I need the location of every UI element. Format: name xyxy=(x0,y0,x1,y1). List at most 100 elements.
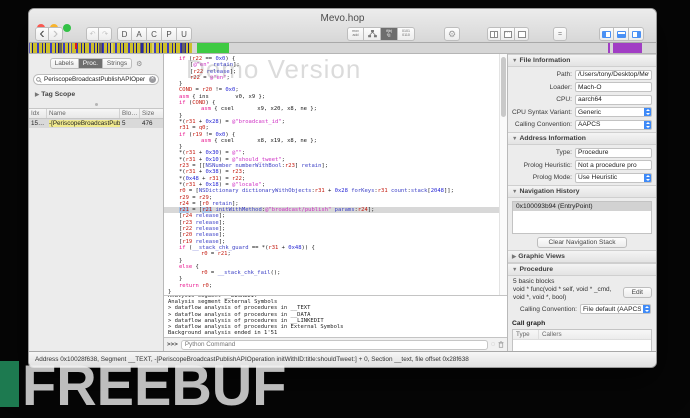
disclosure-triangle-icon: ▼ xyxy=(512,189,517,195)
python-command-field[interactable] xyxy=(181,340,488,350)
navigation-history-list[interactable]: 0x100093b94 (EntryPoint) xyxy=(512,201,652,234)
split-view-group xyxy=(487,27,529,41)
tag-scope-disclosure[interactable]: ▶Tag Scope xyxy=(35,91,163,98)
clear-navigation-stack-button[interactable]: Clear Navigation Stack xyxy=(537,237,626,248)
stepper-icon xyxy=(644,173,652,183)
single-view-button[interactable] xyxy=(515,27,529,41)
stepper-icon xyxy=(643,304,651,314)
transform-button-d[interactable]: D xyxy=(117,27,132,41)
column-size[interactable]: Size xyxy=(140,109,163,118)
tab-procedures[interactable]: Proc. xyxy=(79,58,103,69)
transform-button-c[interactable]: C xyxy=(147,27,162,41)
hex-mode-button[interactable]: 0101 0110 xyxy=(398,27,415,41)
section-procedure[interactable]: ▼ Procedure xyxy=(508,263,656,276)
forward-button[interactable]: › xyxy=(49,27,63,41)
field-value: aarch64 xyxy=(578,96,649,103)
undo-redo-group: ↶ ↷ xyxy=(86,27,112,41)
search-match-highlight: -[PeriscopeBroadcastPubli… xyxy=(49,120,120,127)
python-command-input[interactable] xyxy=(185,341,484,348)
splitter-handle[interactable] xyxy=(95,103,98,106)
code-scrollbar[interactable] xyxy=(499,54,507,295)
column-idx[interactable]: Idx xyxy=(29,109,47,118)
field-value: Mach-O xyxy=(578,84,649,91)
scrollbar-thumb[interactable] xyxy=(501,57,506,117)
address-information-field-row: Type:Procedure xyxy=(512,148,652,158)
sidebar-settings-icon[interactable]: ⚙ xyxy=(136,60,142,68)
call-graph-table[interactable]: Type Callers xyxy=(512,329,652,351)
pseudocode-mode-button[interactable]: if(b) f(); xyxy=(381,27,398,41)
navigation-density-strip[interactable] xyxy=(29,43,656,54)
call-graph-title: Call graph xyxy=(508,317,656,328)
graph-icon xyxy=(368,30,377,38)
freebuf-watermark: FREEBUF xyxy=(22,352,286,418)
toggle-left-panel-button[interactable] xyxy=(599,27,614,41)
trash-icon[interactable] xyxy=(498,341,504,348)
disclosure-triangle-icon: ▼ xyxy=(512,136,517,142)
sidebar-tabs: Labels Proc. Strings ⚙ xyxy=(29,58,163,69)
back-button[interactable]: ‹ xyxy=(35,27,49,41)
symbol-search-field[interactable]: × xyxy=(33,74,159,85)
address-information-field-row: Prolog Mode:Use Heuristic xyxy=(512,173,652,183)
search-input[interactable] xyxy=(44,76,149,83)
transform-button-p[interactable]: P xyxy=(162,27,177,41)
code-line[interactable]: r0 = [NSDictionary dictionaryWithObjects… xyxy=(164,188,499,194)
section-navigation-history[interactable]: ▼ Navigation History xyxy=(508,185,656,198)
purple-segment xyxy=(613,43,642,53)
clear-search-icon[interactable]: × xyxy=(149,76,156,83)
assembly-mode-button[interactable]: mov add xyxy=(347,27,364,41)
gear-icon: ⚙ xyxy=(448,29,456,40)
zoom-window-button[interactable] xyxy=(63,24,71,32)
procedure-details: 5 basic blocks void * func(void * self, … xyxy=(508,276,656,317)
hopper-window: Mevo.hop ‹ › ↶ ↷ DACPU mov addif(b) f();… xyxy=(28,8,657,368)
settings-button[interactable]: ⚙ xyxy=(444,27,460,41)
section-address-information[interactable]: ▼ Address Information xyxy=(508,132,656,145)
field-select[interactable]: Generic xyxy=(575,107,652,117)
field-label: Path: xyxy=(512,71,572,78)
field-input[interactable]: /Users/tony/Desktop/Mevo xyxy=(575,70,652,80)
field-select[interactable]: Use Heuristic xyxy=(575,173,652,183)
field-select[interactable]: AAPCS xyxy=(575,120,652,130)
field-input[interactable]: Procedure xyxy=(575,148,652,158)
section-graphic-views[interactable]: ▶ Graphic Views xyxy=(508,250,656,263)
field-label: CPU Syntax Variant: xyxy=(512,109,572,116)
column-type[interactable]: Type xyxy=(513,330,539,339)
field-input[interactable]: aarch64 xyxy=(575,95,652,105)
redo-icon[interactable]: ↷ xyxy=(99,27,112,41)
cfg-mode-button[interactable] xyxy=(364,27,381,41)
python-command-bar: >>> ◌ xyxy=(164,337,507,351)
transform-dacpu-group: DACPU xyxy=(117,27,192,41)
field-label: Loader: xyxy=(512,84,572,91)
split-vertical-button[interactable] xyxy=(487,27,501,41)
toggle-right-panel-button[interactable] xyxy=(629,27,644,41)
equal-icon: = xyxy=(558,31,562,38)
hex-view-button[interactable] xyxy=(501,27,515,41)
column-name[interactable]: Name xyxy=(47,109,120,118)
pseudocode-pane[interactable]: Demo Version if (r22 == 0x0) {[@"en" ret… xyxy=(164,54,507,351)
python-prompt: >>> xyxy=(167,341,178,348)
title-bar: Mevo.hop ‹ › ↶ ↷ DACPU mov addif(b) f();… xyxy=(29,9,656,43)
column-callers[interactable]: Callers xyxy=(539,330,565,339)
field-input[interactable]: Not a procedure pro xyxy=(575,160,652,170)
inspector-compare-button[interactable]: = xyxy=(553,27,567,41)
column-blocks[interactable]: Blo… xyxy=(120,109,140,118)
field-value: Generic xyxy=(578,109,642,116)
tab-strings[interactable]: Strings xyxy=(103,58,132,69)
calling-convention-select[interactable]: File default (AAPCS) xyxy=(580,304,651,314)
pseudocode-listing[interactable]: if (r22 == 0x0) {[@"en" retain];[r22 rel… xyxy=(164,54,499,295)
toggle-bottom-panel-button[interactable] xyxy=(614,27,629,41)
edit-signature-button[interactable]: Edit xyxy=(623,287,652,298)
transform-button-a[interactable]: A xyxy=(132,27,147,41)
undo-icon[interactable]: ↶ xyxy=(86,27,99,41)
address-information-fields: Type:ProcedureProlog Heuristic:Not a pro… xyxy=(508,148,656,183)
stop-icon[interactable]: ◌ xyxy=(491,341,495,348)
green-segment xyxy=(197,43,229,53)
calling-convention-label: Calling Convention: xyxy=(513,306,577,313)
transform-button-u[interactable]: U xyxy=(177,27,192,41)
table-row[interactable]: 15… -[PeriscopeBroadcastPubli… 5 476 xyxy=(29,119,163,128)
procedure-table-header[interactable]: Idx Name Blo… Size xyxy=(29,108,163,119)
section-file-information[interactable]: ▼ File Information xyxy=(508,54,656,67)
analysis-log[interactable]: Analysis segment __LINKEDITAnalysis segm… xyxy=(164,295,507,337)
tab-labels[interactable]: Labels xyxy=(50,58,79,69)
list-item[interactable]: 0x100093b94 (EntryPoint) xyxy=(513,202,651,211)
field-input[interactable]: Mach-O xyxy=(575,82,652,92)
